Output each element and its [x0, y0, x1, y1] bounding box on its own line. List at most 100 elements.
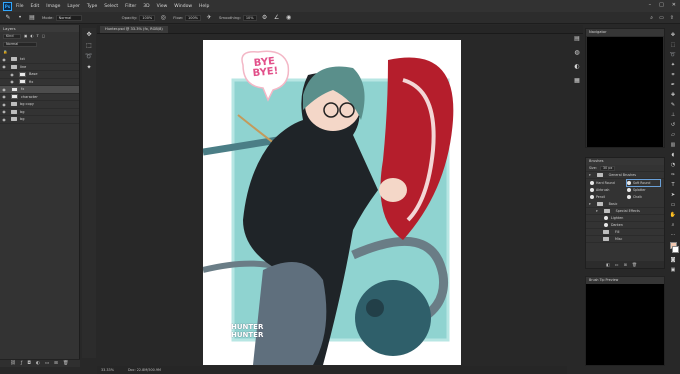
workspace-icon[interactable]: ▭ — [659, 15, 664, 21]
opacity-field[interactable]: 100% — [139, 14, 156, 21]
brush-subfolder-row[interactable]: Lighten — [586, 215, 664, 222]
lock-icon[interactable]: 🔒 — [3, 50, 7, 54]
brush-folder-row[interactable]: ▾ Special Effects — [586, 208, 664, 215]
visibility-eye-icon[interactable]: ◉ — [8, 79, 16, 84]
flow-field[interactable]: 100% — [185, 14, 202, 21]
new-layer-icon[interactable]: ⊞ — [54, 361, 58, 366]
chevron-down-icon[interactable]: ▾ — [596, 209, 598, 213]
maximize-button[interactable]: □ — [659, 2, 664, 8]
menu-type[interactable]: Type — [87, 4, 97, 9]
airbrush-icon[interactable]: ✈ — [205, 14, 213, 22]
filter-pixel-icon[interactable]: ▣ — [24, 34, 27, 38]
marquee-tool-icon[interactable]: ⬚ — [85, 41, 94, 50]
brush-subfolder-row[interactable]: Darken — [586, 222, 664, 229]
visibility-eye-icon[interactable]: ◉ — [0, 109, 8, 114]
brush-icon[interactable]: ✎ — [670, 101, 677, 108]
visibility-eye-icon[interactable]: ◉ — [0, 102, 8, 107]
mask-icon[interactable]: ◘ — [27, 361, 31, 366]
layer-row[interactable]: ◉ line — [0, 64, 79, 71]
menu-file[interactable]: File — [16, 4, 24, 9]
menu-layer[interactable]: Layer — [67, 4, 80, 9]
new-group-icon[interactable]: ▭ — [615, 262, 619, 267]
lasso-icon[interactable]: ➰ — [670, 51, 677, 58]
navigator-title[interactable]: Navigator — [586, 29, 664, 36]
brush-preset[interactable]: Pencil — [590, 194, 623, 200]
brush-folder-row[interactable]: Misc — [586, 236, 664, 243]
menu-window[interactable]: Window — [174, 4, 192, 9]
brush-tool-icon[interactable]: ✎ — [4, 14, 12, 22]
menu-view[interactable]: View — [157, 4, 168, 9]
eraser-icon[interactable]: ▱ — [670, 131, 677, 138]
brush-preset[interactable]: Airbrush — [590, 187, 623, 193]
layer-row-selected[interactable]: ◉ fx — [0, 86, 79, 94]
brush-preset-active[interactable]: Soft Round — [626, 179, 661, 187]
history-icon[interactable]: ▤ — [573, 34, 581, 42]
share-icon[interactable]: ⇪ — [670, 15, 674, 21]
smoothing-field[interactable]: 10% — [242, 14, 257, 21]
photoshop-logo[interactable]: Ps — [3, 1, 12, 11]
move-tool-icon[interactable]: ✥ — [85, 30, 94, 39]
blend-mode-select[interactable]: Normal — [3, 41, 37, 47]
shape-icon[interactable]: ▭ — [670, 201, 677, 208]
menu-edit[interactable]: Edit — [31, 4, 40, 9]
stamp-icon[interactable]: ⊥ — [670, 111, 677, 118]
layer-row[interactable]: ◉ bg copy — [0, 101, 79, 109]
dodge-icon[interactable]: ◔ — [670, 161, 677, 168]
brush-preset[interactable]: Hard Round — [590, 180, 623, 186]
gradient-icon[interactable]: ▥ — [670, 141, 677, 148]
filter-shape-icon[interactable]: ▢ — [42, 34, 45, 38]
brush-size-field[interactable]: 30 px — [599, 165, 616, 171]
layer-row[interactable]: ◉ txt — [0, 56, 79, 64]
layers-panel-title[interactable]: Layers — [0, 25, 79, 32]
adjustment-icon[interactable]: ◐ — [36, 361, 40, 366]
crop-icon[interactable]: ⌗ — [670, 71, 677, 78]
zoom-icon[interactable]: ⌕ — [670, 221, 677, 228]
filter-type-icon[interactable]: T — [37, 34, 39, 38]
eyedropper-icon[interactable]: ✒ — [670, 81, 677, 88]
visibility-eye-icon[interactable]: ◉ — [0, 57, 8, 62]
menu-3d[interactable]: 3D — [143, 4, 149, 9]
marquee-icon[interactable]: ⬚ — [670, 41, 677, 48]
screen-mode-icon[interactable]: ▣ — [670, 266, 677, 273]
document-tab[interactable]: Hunter.psd @ 33.3% (fx, RGB/8) — [100, 26, 168, 33]
layer-row[interactable]: ◉ bg — [0, 109, 79, 116]
swatches-icon[interactable]: ▦ — [573, 76, 581, 84]
visibility-eye-icon[interactable]: ◉ — [0, 94, 8, 99]
hand-icon[interactable]: ✋ — [670, 211, 677, 218]
brush-preset[interactable]: Chalk — [627, 194, 660, 200]
fx-icon[interactable]: ƒ — [21, 361, 23, 366]
brush-group-row[interactable]: ▾ General Brushes — [586, 172, 664, 179]
pen-icon[interactable]: ✑ — [670, 171, 677, 178]
navigator-preview[interactable] — [587, 37, 663, 147]
trash-icon[interactable]: 🗑 — [63, 361, 69, 366]
toggle-panel-icon[interactable]: ◧ — [606, 262, 610, 267]
chevron-down-icon[interactable]: ▾ — [589, 173, 591, 177]
layer-kind-filter[interactable]: Kind — [3, 33, 21, 39]
lasso-tool-icon[interactable]: ➰ — [85, 52, 94, 61]
menu-image[interactable]: Image — [46, 4, 60, 9]
path-select-icon[interactable]: ➤ — [670, 191, 677, 198]
layer-row[interactable]: ◉ Base — [0, 71, 79, 79]
layer-row[interactable]: ◉ character — [0, 94, 79, 101]
pressure-size-icon[interactable]: ◉ — [285, 14, 293, 22]
search-icon[interactable]: ⌕ — [650, 15, 653, 21]
pressure-opacity-icon[interactable]: ◎ — [159, 14, 167, 22]
menu-select[interactable]: Select — [104, 4, 118, 9]
angle-icon[interactable]: ∠ — [273, 14, 281, 22]
layer-row[interactable]: ◉ bg — [0, 116, 79, 124]
visibility-eye-icon[interactable]: ◉ — [0, 87, 8, 92]
link-icon[interactable]: ⛓ — [10, 361, 16, 366]
close-button[interactable]: ✕ — [672, 2, 676, 8]
visibility-eye-icon[interactable]: ◉ — [0, 117, 8, 122]
menu-filter[interactable]: Filter — [125, 4, 136, 9]
brush-folder-row[interactable]: ▾ Basic — [586, 201, 664, 208]
trash-icon[interactable]: 🗑 — [632, 262, 637, 267]
visibility-eye-icon[interactable]: ◉ — [0, 64, 8, 69]
properties-icon[interactable]: ◍ — [573, 48, 581, 56]
magic-wand-tool-icon[interactable]: ✦ — [85, 63, 94, 72]
quick-mask-icon[interactable]: ◙ — [670, 256, 677, 263]
healing-icon[interactable]: ✚ — [670, 91, 677, 98]
new-brush-icon[interactable]: ⊞ — [624, 262, 627, 267]
brush-subfolder-row[interactable]: Fill — [586, 229, 664, 236]
minimize-button[interactable]: – — [649, 2, 652, 8]
